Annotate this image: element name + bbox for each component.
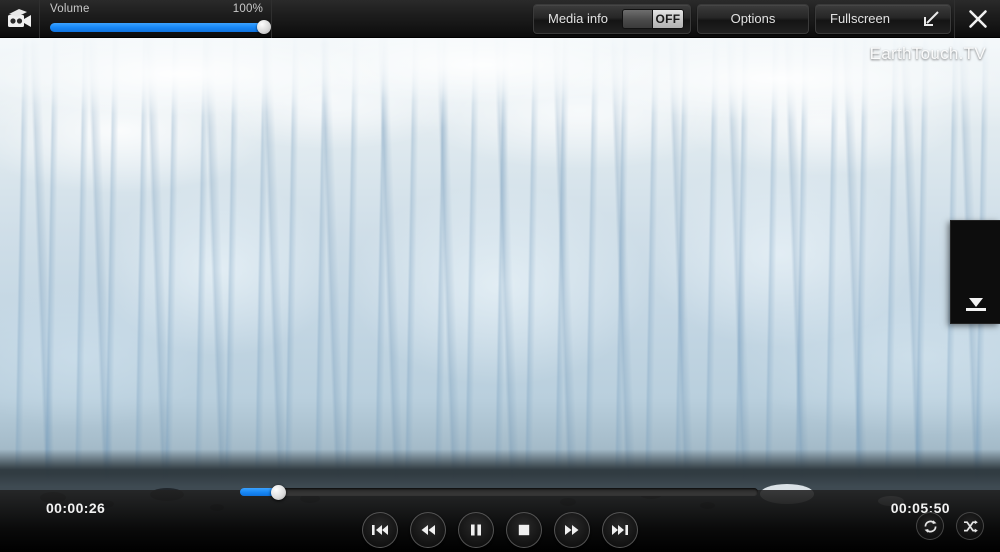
- fast-forward-icon: [563, 523, 581, 537]
- media-info-toggle[interactable]: OFF: [622, 8, 684, 29]
- bottom-control-bar: 00:00:26 00:05:50: [0, 484, 1000, 552]
- transport-controls: [0, 512, 1000, 548]
- volume-slider-fill: [50, 22, 264, 32]
- app-logo-button[interactable]: [0, 0, 40, 38]
- toggle-knob: [623, 9, 653, 28]
- video-player: EarthTouch.TV Volume 100% Media info OFF…: [0, 0, 1000, 552]
- download-button[interactable]: [950, 220, 1000, 324]
- shuffle-icon: [962, 518, 979, 535]
- volume-control[interactable]: Volume 100%: [40, 0, 272, 38]
- volume-percent: 100%: [232, 2, 263, 15]
- pause-icon: [469, 523, 483, 537]
- toggle-state-label: OFF: [653, 9, 683, 28]
- repeat-icon: [922, 518, 939, 535]
- volume-slider[interactable]: [50, 20, 271, 34]
- media-info-label: Media info: [548, 11, 608, 26]
- options-label: Options: [730, 11, 776, 26]
- fullscreen-button[interactable]: Fullscreen: [815, 3, 951, 34]
- top-control-bar: Volume 100% Media info OFF Options Fulls…: [0, 0, 1000, 38]
- volume-slider-knob[interactable]: [257, 20, 271, 34]
- stop-icon: [517, 523, 531, 537]
- seek-knob[interactable]: [270, 484, 286, 500]
- options-button[interactable]: Options: [697, 3, 809, 34]
- fullscreen-label: Fullscreen: [830, 11, 890, 26]
- download-icon: [962, 283, 990, 313]
- volume-labels: Volume 100%: [50, 3, 263, 19]
- rewind-button[interactable]: [410, 512, 446, 548]
- close-button[interactable]: [954, 0, 1000, 38]
- video-surface[interactable]: EarthTouch.TV: [0, 38, 1000, 552]
- shuffle-button[interactable]: [956, 512, 984, 540]
- seek-track[interactable]: [240, 488, 758, 496]
- seek-bar[interactable]: [240, 484, 758, 500]
- skip-previous-icon: [371, 523, 389, 537]
- watermark: EarthTouch.TV: [869, 44, 986, 63]
- repeat-button[interactable]: [916, 512, 944, 540]
- media-info-button[interactable]: Media info OFF: [533, 3, 691, 34]
- movie-camera-icon: [7, 8, 33, 30]
- pause-button[interactable]: [458, 512, 494, 548]
- fast-forward-button[interactable]: [554, 512, 590, 548]
- next-track-button[interactable]: [602, 512, 638, 548]
- skip-next-icon: [611, 523, 629, 537]
- exit-fullscreen-icon: [922, 10, 940, 28]
- rewind-icon: [419, 523, 437, 537]
- video-snow-highlight: [0, 38, 1000, 128]
- close-icon: [967, 8, 989, 30]
- previous-track-button[interactable]: [362, 512, 398, 548]
- volume-label: Volume: [50, 2, 90, 15]
- stop-button[interactable]: [506, 512, 542, 548]
